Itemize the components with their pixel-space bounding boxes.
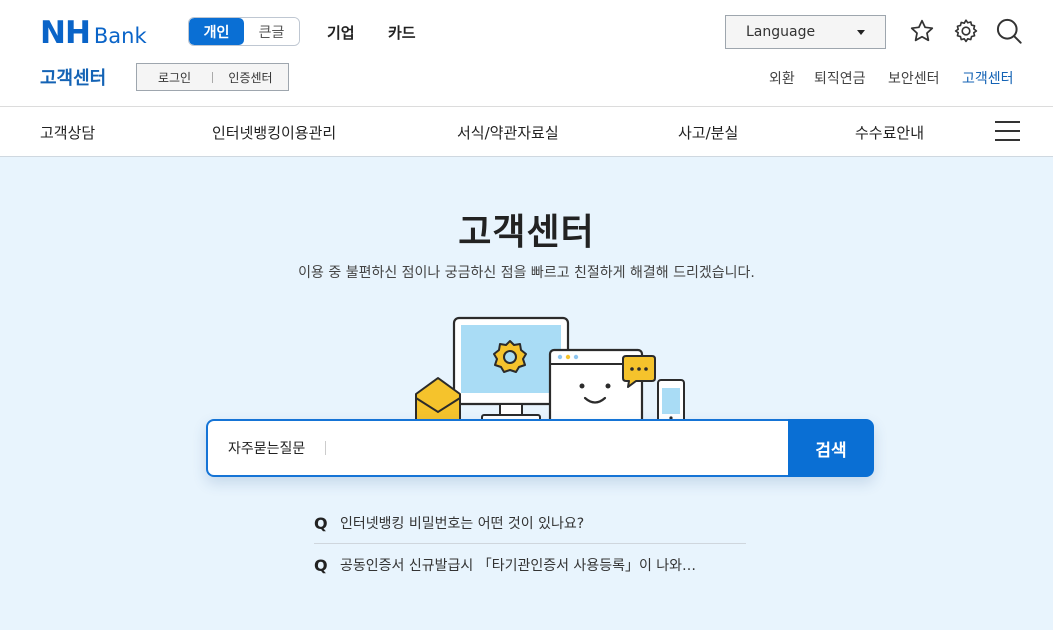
faq-question-text[interactable]: 인터넷뱅킹 비밀번호는 어떤 것이 있나요? (340, 513, 584, 533)
gnb-item-internet-banking[interactable]: 인터넷뱅킹이용관리 (212, 122, 336, 143)
chevron-down-icon (857, 30, 865, 35)
language-select-label: Language (746, 24, 816, 40)
faq-q-marker: Q (314, 513, 328, 533)
smartphone-icon (657, 379, 685, 424)
customer-center-title[interactable]: 고객센터 (40, 64, 106, 90)
faq-item[interactable]: Q 인터넷뱅킹 비밀번호는 어떤 것이 있나요? (314, 503, 746, 543)
search-field-wrapper: 자주묻는질문 (206, 419, 788, 477)
star-icon (910, 19, 934, 42)
gnb-item-forms[interactable]: 서식/약관자료실 (457, 122, 559, 143)
search-category-label[interactable]: 자주묻는질문 (228, 438, 305, 458)
auth-box: 로그인 인증센터 (136, 63, 289, 91)
logo-bank-text: Bank (93, 24, 147, 48)
certificate-center-link[interactable]: 인증센터 (213, 69, 288, 86)
customer-center-illustration (415, 316, 685, 424)
util-link-forex[interactable]: 외환 (769, 68, 795, 88)
faq-q-marker: Q (314, 555, 328, 575)
settings-button[interactable] (951, 16, 981, 46)
util-link-customer-center[interactable]: 고객센터 (962, 68, 1014, 88)
gnb-item-accident[interactable]: 사고/분실 (678, 122, 738, 143)
search-icon (996, 18, 1022, 44)
search-input[interactable] (336, 428, 788, 468)
mode-personal-button[interactable]: 개인 (189, 18, 244, 45)
menu-icon[interactable] (995, 121, 1020, 141)
search-divider (325, 441, 327, 455)
menu-corporate[interactable]: 기업 (327, 22, 355, 43)
menu-card[interactable]: 카드 (388, 22, 416, 43)
login-link[interactable]: 로그인 (137, 69, 212, 86)
hero-title: 고객센터 (458, 212, 595, 253)
mode-large-text-button[interactable]: 큰글 (244, 18, 299, 45)
search-button[interactable] (994, 16, 1024, 46)
search-box: 자주묻는질문 검색 (206, 419, 874, 477)
gnb-item-fees[interactable]: 수수료안내 (855, 122, 924, 143)
gnb-item-consult[interactable]: 고객상담 (40, 122, 95, 143)
logo-nh-text: NH (40, 15, 91, 51)
faq-question-text[interactable]: 공동인증서 신규발급시 「타기관인증서 사용등록」이 나와… (340, 555, 696, 575)
gear-icon (954, 19, 978, 43)
faq-item[interactable]: Q 공동인증서 신규발급시 「타기관인증서 사용등록」이 나와… (314, 545, 746, 585)
util-link-security[interactable]: 보안센터 (888, 68, 940, 88)
search-submit-button[interactable]: 검색 (788, 419, 874, 477)
faq-divider (314, 543, 746, 544)
header-divider (0, 106, 1053, 107)
nh-bank-logo[interactable]: NH Bank (40, 15, 147, 51)
view-mode-toggle: 개인 큰글 (188, 17, 300, 46)
hero-subtitle: 이용 중 불편하신 점이나 궁금하신 점을 빠르고 친절하게 해결해 드리겠습니… (298, 265, 755, 281)
util-link-pension[interactable]: 퇴직연금 (814, 68, 866, 88)
language-select[interactable]: Language (725, 15, 886, 49)
favorite-button[interactable] (907, 16, 937, 46)
